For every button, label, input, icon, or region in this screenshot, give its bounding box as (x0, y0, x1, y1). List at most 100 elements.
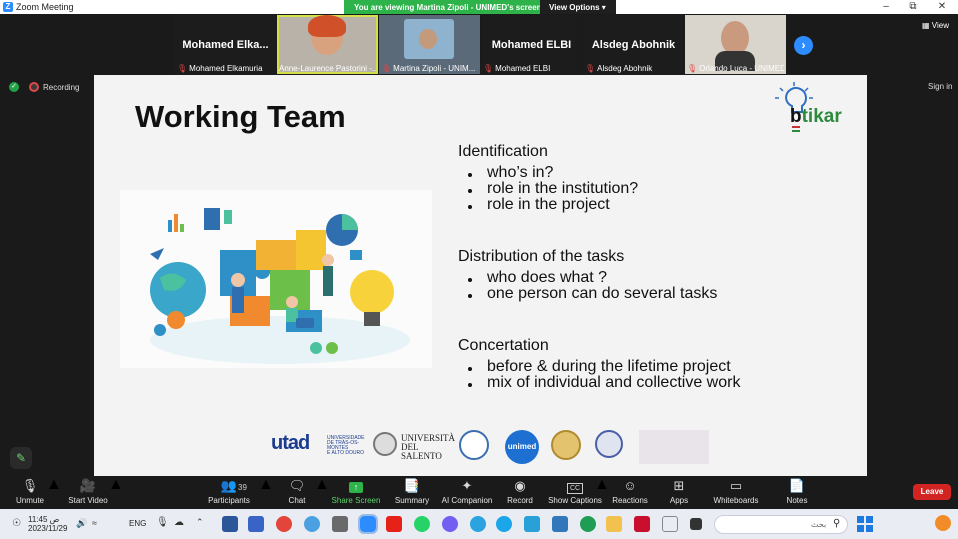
summary-button[interactable]: 📑 Summary (392, 476, 432, 509)
chevron-right-icon[interactable]: › (794, 36, 813, 55)
speaker-icon[interactable]: 🔊 (76, 518, 87, 529)
window-title: Zoom Meeting (16, 2, 74, 12)
logo-letter: b (790, 106, 802, 127)
reactions-button[interactable]: ☺ Reactions (610, 476, 650, 509)
teamwork-illustration (120, 190, 432, 368)
photos-icon[interactable] (552, 516, 568, 532)
bullet-item: before & during the lifetime project (458, 359, 740, 375)
zoom-logo-icon: Z (3, 2, 13, 12)
participants-button[interactable]: 👥 39 Participants (204, 476, 254, 509)
chevron-up-icon[interactable]: ⌃ (196, 517, 204, 528)
minimize-button[interactable]: – (879, 1, 893, 12)
participant-tile[interactable]: 🎙 Orlando Luca - UNIMED (685, 15, 786, 74)
university-logo (639, 430, 709, 464)
whiteboards-label: Whiteboards (713, 496, 759, 505)
cloud-icon[interactable]: ☁ (174, 517, 184, 528)
chevron-up-icon[interactable]: ▲ (108, 476, 124, 494)
logo-word: tikar (801, 106, 842, 127)
notes-button[interactable]: 📄 Notes (782, 476, 812, 509)
muted-mic-icon: 🎙 (483, 64, 494, 73)
view-options-button[interactable]: View Options ▾ (540, 0, 616, 14)
participant-tile[interactable]: 🎙 Martina Zipoli - UNIM... (379, 15, 480, 74)
pencil-icon[interactable]: ✎ (10, 447, 32, 469)
zoom-taskbar-icon[interactable] (358, 514, 378, 534)
salento-seal-icon (373, 432, 397, 456)
chevron-up-icon[interactable]: ▲ (594, 476, 610, 494)
chrome-icon[interactable] (276, 516, 292, 532)
participant-count: 39 (238, 483, 247, 492)
view-button[interactable]: ▦ View (922, 21, 949, 30)
summary-icon: 📑 (403, 478, 421, 493)
browser-icon[interactable] (304, 516, 320, 532)
telegram-icon[interactable] (470, 516, 486, 532)
unmute-button[interactable]: 🎙 Unmute (10, 476, 50, 509)
chevron-up-icon[interactable]: ▲ (314, 476, 330, 494)
ai-companion-button[interactable]: ✦ AI Companion (440, 476, 494, 509)
salento-logo: UNIVERSITÀ DEL SALENTO (401, 434, 455, 461)
word-icon[interactable] (222, 516, 238, 532)
notification-badge-icon[interactable] (935, 515, 951, 531)
reaction-icon: ☺ (623, 478, 637, 493)
participant-tile[interactable]: Mohamed ELBI 🎙 Mohamed ELBI (481, 15, 582, 74)
start-video-label: Start Video (68, 496, 108, 505)
edge-icon[interactable] (580, 516, 596, 532)
ai-companion-label: AI Companion (441, 496, 493, 505)
chevron-up-icon[interactable]: ▲ (258, 476, 274, 494)
university-seal-icon (459, 430, 489, 460)
whiteboards-button[interactable]: ▭ Whiteboards (710, 476, 762, 509)
unmute-label: Unmute (15, 496, 44, 505)
teams-icon[interactable] (248, 516, 264, 532)
viber-icon[interactable] (442, 516, 458, 532)
start-video-button[interactable]: 🎥 Start Video (64, 476, 112, 509)
app-icon[interactable] (524, 516, 540, 532)
youtube-icon[interactable] (386, 516, 402, 532)
section-heading: Distribution of the tasks (458, 248, 625, 265)
close-button[interactable]: ✕ (935, 1, 949, 12)
chevron-up-icon[interactable]: ▲ (46, 476, 62, 494)
share-screen-button[interactable]: ↑ Share Screen (330, 476, 382, 509)
notification-icon[interactable]: ☉ (12, 518, 21, 529)
whatsapp-icon[interactable] (414, 516, 430, 532)
windows-start-icon[interactable] (857, 516, 873, 532)
notes-label: Notes (786, 496, 808, 505)
slide-title: Working Team (135, 99, 346, 134)
file-explorer-icon[interactable] (606, 516, 622, 532)
skype-icon[interactable] (496, 516, 512, 532)
utad-sub-line: E ALTO DOURO (327, 450, 365, 456)
muted-mic-icon: 🎙 (177, 64, 188, 73)
participant-caption: Alsdeg Abohnik (597, 64, 653, 73)
participant-tile[interactable]: Mohamed Elka... 🎙 Mohamed Elkamuria (175, 15, 276, 74)
muted-mic-icon: 🎙 (21, 478, 39, 493)
participant-face (419, 29, 437, 49)
chat-button[interactable]: 🗨 Chat (282, 476, 312, 509)
participant-caption: Mohamed Elkamuria (189, 64, 263, 73)
distribution-section: Distribution of the tasks who does what … (458, 248, 717, 302)
language-indicator[interactable]: ENG (129, 519, 146, 528)
app-icon[interactable] (690, 518, 702, 530)
sign-in-link[interactable]: Sign in (928, 82, 952, 91)
restore-button[interactable]: ⧉ (906, 1, 920, 12)
logo-text: btikar (790, 106, 842, 128)
record-label: Record (507, 496, 533, 505)
app-icon[interactable] (634, 516, 650, 532)
concertation-section: Concertation before & during the lifetim… (458, 337, 740, 391)
banner-text: You are viewing Martina Zipoli - UNIMED'… (354, 3, 542, 12)
university-seal-icon (595, 430, 623, 458)
participant-tile[interactable]: Alsdeg Abohnik 🎙 Alsdeg Abohnik (583, 15, 684, 74)
search-placeholder: بحث (811, 520, 827, 529)
shared-screen: Working Team btikar Identification who’s… (94, 75, 867, 476)
muted-mic-icon: 🎙 (585, 64, 596, 73)
clock[interactable]: 11:45 ص 2023/11/29 (28, 515, 67, 533)
leave-button[interactable]: Leave (913, 484, 951, 500)
participant-tile[interactable]: Anne-Laurence Pastorini -... (277, 15, 378, 74)
task-view-icon[interactable] (662, 516, 678, 532)
chat-icon: 🗨 (288, 478, 306, 493)
window-title-bar: Z Zoom Meeting You are viewing Martina Z… (0, 0, 958, 14)
search-input[interactable]: بحث ⚲ (714, 515, 848, 534)
record-button[interactable]: ◉ Record (504, 476, 536, 509)
microphone-icon[interactable]: 🎙 (156, 517, 169, 528)
calculator-icon[interactable] (332, 516, 348, 532)
shield-icon[interactable]: ✓ (9, 82, 19, 92)
apps-button[interactable]: ⊞ Apps (664, 476, 694, 509)
wifi-icon[interactable]: ≈ (92, 518, 97, 528)
